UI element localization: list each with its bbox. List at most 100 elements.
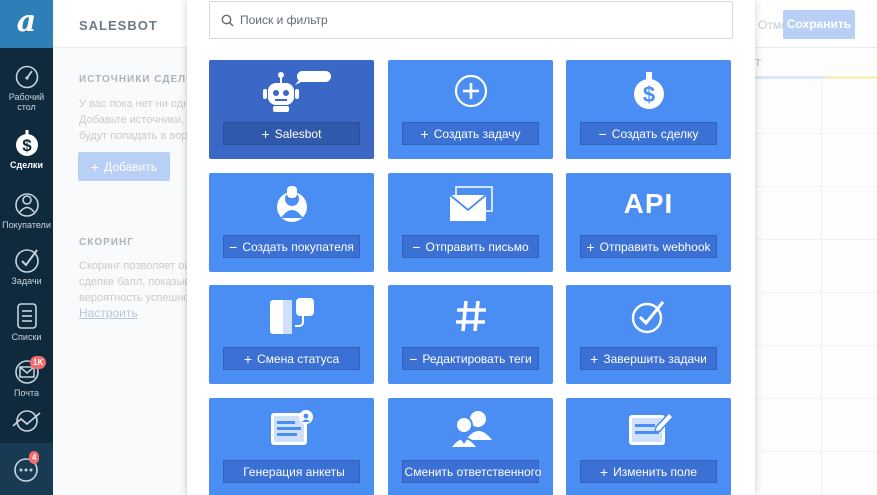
tile-create-task[interactable]: + Создать задачу: [388, 60, 553, 159]
tile-edit-field-button[interactable]: + Изменить поле: [580, 460, 717, 483]
pipeline-column-divider: [821, 80, 822, 495]
tile-generate-form[interactable]: Генерация анкеты: [209, 398, 374, 495]
sidebar-item-customers[interactable]: Покупатели: [0, 190, 53, 230]
tile-icon-area: [209, 68, 374, 114]
add-source-button[interactable]: + Добавить: [78, 152, 170, 181]
sidebar-item-tasks[interactable]: Задачи: [0, 246, 53, 286]
sidebar-item-label: Списки: [11, 332, 42, 342]
svg-text:$: $: [642, 82, 654, 107]
tile-create-customer-button[interactable]: − Создать покупателя: [223, 235, 360, 258]
tile-salesbot[interactable]: + Salesbot: [209, 60, 374, 159]
plus-icon: +: [90, 158, 100, 175]
tile-prefix: −: [412, 238, 421, 255]
form-icon: [270, 410, 313, 445]
tile-label: Изменить поле: [613, 464, 698, 479]
sidebar-item-label: Покупатели: [2, 220, 51, 230]
tile-complete-tasks[interactable]: + Завершить задачи: [566, 285, 731, 384]
plus-circle-icon: [454, 74, 487, 108]
tile-label: Смена статуса: [257, 351, 340, 366]
pipeline-row-divider: [755, 186, 877, 187]
sidebar-item-deals[interactable]: $ Сделки: [0, 130, 53, 170]
pipeline-row-divider: [755, 451, 877, 452]
tile-change-responsible[interactable]: Сменить ответственного: [388, 398, 553, 495]
customer-icon: [276, 186, 307, 222]
sidebar-item-analytics[interactable]: [0, 408, 53, 434]
tile-prefix: +: [586, 238, 595, 255]
tile-label: Создать покупателя: [242, 239, 354, 254]
tile-edit-field[interactable]: + Изменить поле: [566, 398, 731, 495]
customers-icon: [14, 193, 39, 217]
tile-icon-area: [209, 406, 374, 452]
sidebar-item-label: Почта: [14, 388, 39, 398]
sidebar-item-label: Рабочий стол: [8, 92, 45, 112]
sources-section-title: ИСТОЧНИКИ СДЕЛОК: [79, 74, 203, 85]
hashtag-icon: [455, 300, 486, 332]
tile-change-responsible-button[interactable]: Сменить ответственного: [402, 460, 541, 483]
search-box[interactable]: [209, 1, 733, 39]
tile-label: Отправить webhook: [599, 239, 711, 254]
search-input[interactable]: [240, 13, 720, 27]
analytics-icon: [11, 410, 41, 432]
lists-icon: [16, 303, 37, 329]
tile-icon-area: $: [566, 68, 731, 114]
salesbot-action-modal: +Salesbot +Создать задачу $ −Создать сде…: [187, 0, 755, 495]
pipeline-row-divider: [755, 398, 877, 399]
tile-label: Salesbot: [274, 126, 322, 141]
tile-generate-form-button[interactable]: Генерация анкеты: [223, 460, 360, 483]
tile-label: Создать задачу: [433, 126, 521, 141]
tile-icon-area: [388, 68, 553, 114]
tile-label: Завершить задачи: [603, 351, 707, 366]
tile-label: Генерация анкеты: [243, 464, 345, 479]
svg-text:$: $: [22, 136, 32, 155]
tile-create-deal-button[interactable]: − Создать сделку: [580, 122, 717, 145]
check-circle-icon: [631, 301, 664, 334]
page-title: SALESBOT: [79, 18, 158, 33]
tile-salesbot-button[interactable]: + Salesbot: [223, 122, 360, 145]
tile-create-customer[interactable]: − Создать покупателя: [209, 173, 374, 272]
pipeline-stage-stripe: [755, 76, 825, 79]
sidebar-item-lists[interactable]: Списки: [0, 302, 53, 342]
users-swap-icon: [447, 411, 492, 449]
mail-badge: 1K: [30, 356, 47, 369]
save-button[interactable]: Сохранить: [783, 10, 855, 39]
app-logo[interactable]: a: [0, 0, 53, 48]
envelope-icon: [448, 186, 493, 221]
sidebar-item-label: Задачи: [11, 276, 42, 286]
tile-edit-tags-button[interactable]: − Редактировать теги: [402, 347, 539, 370]
tile-send-webhook[interactable]: API + Отправить webhook: [566, 173, 731, 272]
tile-icon-area: [388, 406, 553, 452]
tile-icon-area: API: [566, 181, 731, 227]
edit-field-icon: [628, 411, 674, 445]
tile-create-deal[interactable]: $ − Создать сделку: [566, 60, 731, 159]
tile-prefix: +: [590, 350, 599, 367]
tasks-check-icon: [14, 249, 39, 273]
tile-change-status[interactable]: + Смена статуса: [209, 285, 374, 384]
tile-complete-tasks-button[interactable]: + Завершить задачи: [580, 347, 717, 370]
pipeline-stage-stripe: [825, 76, 877, 79]
sidebar-item-dashboard[interactable]: Рабочий стол: [0, 64, 53, 112]
dollar-icon: $: [15, 130, 38, 156]
tile-send-webhook-button[interactable]: + Отправить webhook: [580, 235, 717, 258]
pipeline-column-header: Т: [755, 58, 762, 69]
tile-label: Редактировать теги: [422, 351, 532, 366]
tile-prefix: −: [229, 238, 238, 255]
tile-edit-tags[interactable]: − Редактировать теги: [388, 285, 553, 384]
chat-badge: 4: [29, 451, 40, 464]
status-change-icon: [269, 298, 314, 334]
tile-prefix: −: [409, 350, 418, 367]
tile-icon-area: [388, 181, 553, 227]
add-source-label: Добавить: [104, 159, 158, 174]
configure-scoring-link[interactable]: Настроить: [79, 306, 138, 320]
sidebar-item-label: Сделки: [10, 160, 43, 170]
tile-change-status-button[interactable]: + Смена статуса: [223, 347, 360, 370]
tile-label: Отправить письмо: [425, 239, 529, 254]
tile-send-email-button[interactable]: − Отправить письмо: [402, 235, 539, 258]
search-icon: [221, 14, 234, 27]
robot-icon: [262, 71, 331, 112]
tile-send-email[interactable]: − Отправить письмо: [388, 173, 553, 272]
chat-panel-toggle[interactable]: 4: [0, 443, 53, 495]
pipeline-column-area: [755, 48, 877, 495]
pipeline-row-divider: [755, 133, 877, 134]
tile-icon-area: [566, 293, 731, 339]
tile-create-task-button[interactable]: + Создать задачу: [402, 122, 539, 145]
